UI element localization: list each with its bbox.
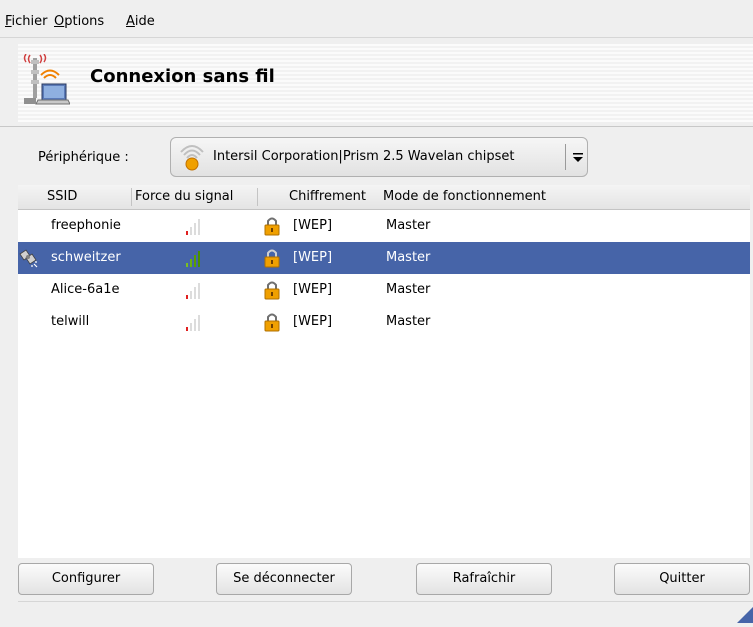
banner-separator: [0, 126, 753, 127]
table-row[interactable]: freephonie [WEP] Master: [18, 210, 750, 242]
network-ssid: Alice-6a1e: [51, 282, 120, 297]
column-separator: [131, 188, 132, 206]
combo-divider: [565, 144, 566, 170]
menu-separator: [0, 37, 753, 38]
table-row-selected[interactable]: schweitzer [WEP] Master: [18, 242, 750, 274]
signal-strength-icon: [186, 283, 200, 299]
network-encryption: [WEP]: [293, 250, 333, 265]
network-mode: Master: [386, 250, 431, 265]
device-label: Périphérique :: [38, 150, 129, 165]
network-mode: Master: [386, 314, 431, 329]
chevron-down-icon[interactable]: [570, 147, 586, 167]
column-signal[interactable]: Force du signal: [135, 189, 233, 204]
network-encryption: [WEP]: [293, 282, 333, 297]
column-encryption[interactable]: Chiffrement: [289, 189, 366, 204]
signal-strength-icon: [186, 251, 200, 267]
menu-fichier[interactable]: Fichier: [5, 14, 48, 29]
menu-bar: Fichier Options Aide: [0, 0, 753, 36]
column-ssid[interactable]: SSID: [47, 189, 77, 204]
connected-satellite-icon: [19, 249, 38, 268]
lock-icon: [264, 281, 280, 300]
lock-icon: [264, 249, 280, 268]
device-selected-value: Intersil Corporation|Prism 2.5 Wavelan c…: [213, 149, 515, 164]
column-mode[interactable]: Mode de fonctionnement: [383, 189, 546, 204]
network-ssid: schweitzer: [51, 250, 121, 265]
wireless-laptop-icon: [23, 54, 70, 105]
resize-grip-icon[interactable]: [733, 603, 753, 623]
status-separator: [18, 601, 753, 602]
network-list[interactable]: SSID Force du signal Chiffrement Mode de…: [18, 185, 750, 558]
wifi-signal-icon: [180, 145, 204, 171]
network-mode: Master: [386, 218, 431, 233]
table-row[interactable]: telwill [WEP] Master: [18, 306, 750, 338]
signal-strength-icon: [186, 315, 200, 331]
list-header: SSID Force du signal Chiffrement Mode de…: [18, 185, 750, 210]
page-title: Connexion sans fil: [90, 66, 275, 87]
network-mode: Master: [386, 282, 431, 297]
banner: Connexion sans fil: [18, 44, 753, 122]
lock-icon: [264, 313, 280, 332]
network-encryption: [WEP]: [293, 218, 333, 233]
network-ssid: freephonie: [51, 218, 121, 233]
table-row[interactable]: Alice-6a1e [WEP] Master: [18, 274, 750, 306]
column-separator: [257, 188, 258, 206]
signal-strength-icon: [186, 219, 200, 235]
menu-options[interactable]: Options: [54, 14, 104, 29]
configure-button[interactable]: Configurer: [18, 563, 154, 595]
network-ssid: telwill: [51, 314, 90, 329]
lock-icon: [264, 217, 280, 236]
disconnect-button[interactable]: Se déconnecter: [216, 563, 352, 595]
quit-button[interactable]: Quitter: [614, 563, 750, 595]
device-select[interactable]: Intersil Corporation|Prism 2.5 Wavelan c…: [170, 137, 588, 177]
menu-aide[interactable]: Aide: [126, 14, 155, 29]
refresh-button[interactable]: Rafraîchir: [416, 563, 552, 595]
network-encryption: [WEP]: [293, 314, 333, 329]
